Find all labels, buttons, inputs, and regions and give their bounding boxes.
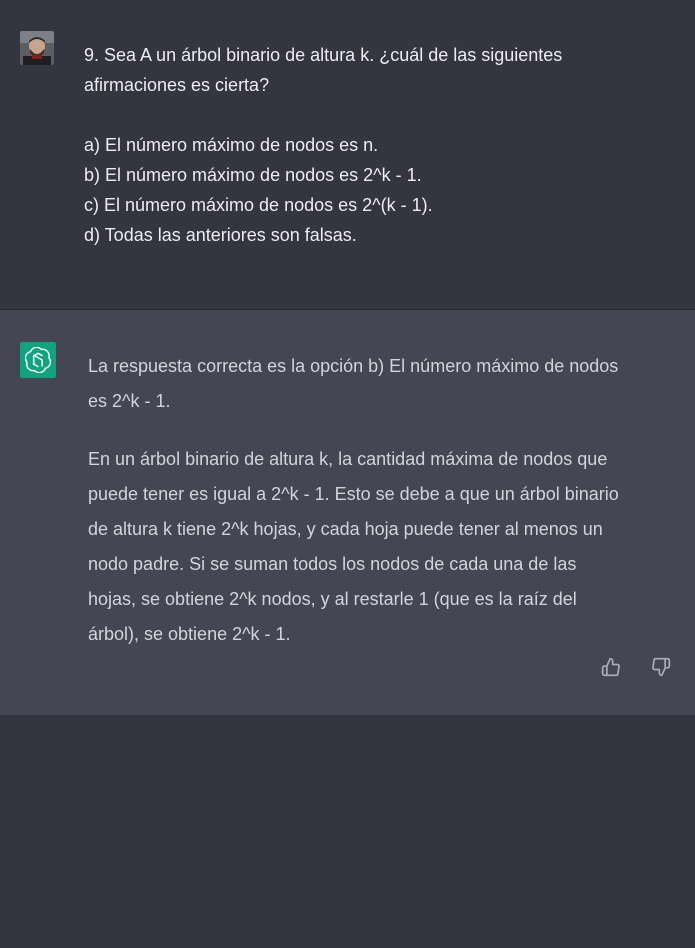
user-avatar — [20, 31, 54, 65]
thumbs-up-icon — [601, 657, 620, 677]
explanation-line: En un árbol binario de altura k, la cant… — [88, 449, 608, 469]
option-a: a) El número máximo de nodos es n. — [84, 135, 379, 155]
explanation-line: de altura k tiene 2^k hojas, y cada hoja… — [88, 519, 603, 539]
user-avatar-photo-icon — [20, 31, 54, 65]
explanation-line: árbol), se obtiene 2^k - 1. — [88, 624, 291, 644]
option-c: c) El número máximo de nodos es 2^(k - 1… — [84, 195, 433, 215]
answer-line: es 2^k - 1. — [88, 391, 171, 411]
explanation-line: nodo padre. Si se suman todos los nodos … — [88, 554, 577, 574]
openai-logo-icon — [25, 347, 51, 373]
option-d: d) Todas las anteriores son falsas. — [84, 225, 357, 245]
explanation-line: hojas, se obtiene 2^k nodos, y al restar… — [88, 589, 577, 609]
assistant-message-text: La respuesta correcta es la opción b) El… — [88, 349, 680, 652]
thumbs-down-button[interactable] — [651, 657, 671, 677]
feedback-buttons — [601, 657, 671, 677]
question-line: 9. Sea A un árbol binario de altura k. ¿… — [84, 45, 563, 65]
user-message-text: 9. Sea A un árbol binario de altura k. ¿… — [84, 40, 644, 250]
assistant-message: La respuesta correcta es la opción b) El… — [0, 310, 695, 715]
user-message: 9. Sea A un árbol binario de altura k. ¿… — [0, 0, 695, 310]
assistant-avatar — [20, 342, 56, 378]
answer-line: La respuesta correcta es la opción b) El… — [88, 356, 619, 376]
thumbs-down-icon — [652, 657, 671, 677]
question-line: afirmaciones es cierta? — [84, 75, 270, 95]
thumbs-up-button[interactable] — [601, 657, 621, 677]
option-b: b) El número máximo de nodos es 2^k - 1. — [84, 165, 422, 185]
explanation-line: puede tener es igual a 2^k - 1. Esto se … — [88, 484, 619, 504]
